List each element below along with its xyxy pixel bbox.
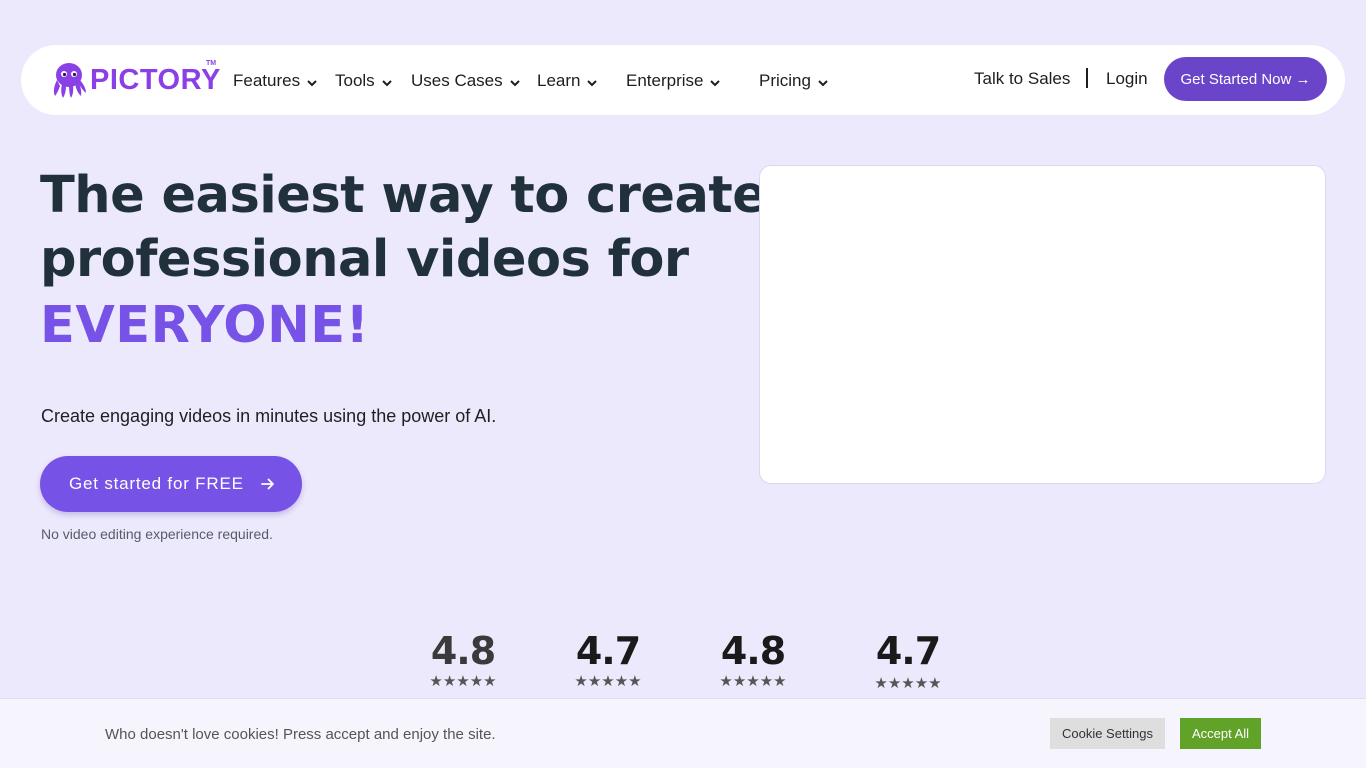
rating-badge: 4.8 ★★★★★ xyxy=(708,628,798,690)
cookie-message: Who doesn't love cookies! Press accept a… xyxy=(105,726,496,743)
cta-label: Get started for FREE xyxy=(69,474,244,493)
nav-item-tools[interactable]: Tools xyxy=(335,69,392,93)
nav-item-pricing[interactable]: Pricing xyxy=(759,69,828,93)
cookie-settings-button[interactable]: Cookie Settings xyxy=(1050,718,1165,749)
nav-item-label: Features xyxy=(233,71,301,90)
top-navigation: PICTORY TM Features Tools Uses Cases Lea… xyxy=(21,45,1345,115)
hero-video-player[interactable] xyxy=(759,165,1326,484)
hero-title-line2: professional videos for xyxy=(40,230,689,289)
octopus-logo-icon xyxy=(53,63,86,98)
pictory-logo[interactable]: PICTORY TM xyxy=(49,59,221,101)
arrow-right-icon xyxy=(260,478,274,490)
rating-stars: ★★★★★ xyxy=(429,673,497,690)
nav-item-enterprise[interactable]: Enterprise xyxy=(626,69,721,93)
rating-score: 4.7 xyxy=(575,629,641,673)
rating-badge: 4.7 ★★★★★ xyxy=(863,628,953,692)
rating-score: 4.8 xyxy=(430,629,496,673)
login-link[interactable]: Login xyxy=(1106,69,1148,89)
logo-wordmark: PICTORY xyxy=(90,64,221,96)
rating-stars: ★★★★★ xyxy=(874,675,942,692)
chevron-down-icon xyxy=(587,80,598,87)
nav-item-features[interactable]: Features xyxy=(233,69,317,93)
hero-subtitle: Create engaging videos in minutes using … xyxy=(41,406,497,426)
nav-item-label: Pricing xyxy=(759,71,811,90)
rating-score: 4.7 xyxy=(875,629,941,673)
chevron-down-icon xyxy=(509,80,520,87)
cookie-banner: Who doesn't love cookies! Press accept a… xyxy=(0,698,1366,768)
rating-score: 4.8 xyxy=(720,629,786,673)
nav-item-learn[interactable]: Learn xyxy=(537,69,598,93)
get-started-free-button[interactable]: Get started for FREE xyxy=(40,456,302,512)
hero-title-line1: The easiest way to create xyxy=(40,166,767,225)
rating-stars: ★★★★★ xyxy=(719,673,787,690)
talk-to-sales-link[interactable]: Talk to Sales xyxy=(974,69,1070,89)
chevron-down-icon xyxy=(818,80,828,87)
rating-badge: 4.7 ★★★★★ xyxy=(563,628,653,690)
nav-item-use-cases[interactable]: Uses Cases xyxy=(411,69,520,93)
get-started-now-button[interactable]: Get Started Now → xyxy=(1164,57,1327,101)
hero-title-accent: EVERYONE! xyxy=(40,296,370,355)
chevron-down-icon xyxy=(381,80,392,87)
nav-item-label: Enterprise xyxy=(626,71,704,90)
nav-item-label: Uses Cases xyxy=(411,71,503,90)
rating-stars: ★★★★★ xyxy=(574,673,642,690)
accept-all-button[interactable]: Accept All xyxy=(1180,718,1261,749)
no-experience-note: No video editing experience required. xyxy=(41,526,273,542)
nav-item-label: Learn xyxy=(537,71,581,90)
chevron-down-icon xyxy=(307,80,317,87)
nav-item-label: Tools xyxy=(335,71,375,90)
hero-title: The easiest way to create professional v… xyxy=(40,164,767,358)
chevron-down-icon xyxy=(710,80,721,87)
rating-badge: 4.8 ★★★★★ xyxy=(418,628,508,690)
logo-trademark: TM xyxy=(206,60,217,67)
nav-divider xyxy=(1086,68,1088,88)
